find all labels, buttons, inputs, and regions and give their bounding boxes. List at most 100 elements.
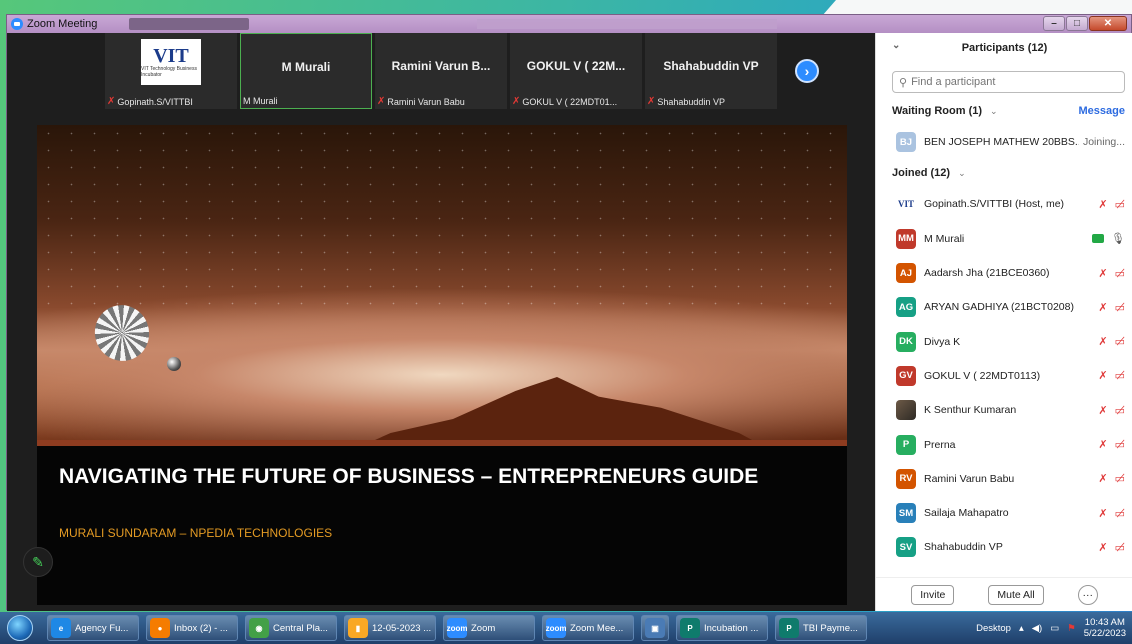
- starfield: [37, 125, 847, 317]
- start-button[interactable]: [0, 612, 40, 644]
- participant-row[interactable]: AJ Aadarsh Jha (21BCE0360) ✗ ▭̸: [876, 256, 1132, 290]
- volume-icon[interactable]: ◀): [1032, 623, 1042, 634]
- firefox-icon: ●: [150, 618, 170, 638]
- video-off-icon[interactable]: ▭̸: [1115, 541, 1125, 554]
- minimize-button[interactable]: –: [1043, 16, 1065, 31]
- participants-panel: ⌄ Participants (12) ⚲ Waiting Room (1) ⌄…: [875, 33, 1132, 611]
- waiting-room-section[interactable]: Waiting Room (1) ⌄ Message: [876, 97, 1132, 125]
- network-tray-icon[interactable]: ▭: [1050, 623, 1059, 634]
- avatar: SV: [896, 537, 916, 558]
- taskbar-item[interactable]: zoom Zoom Mee...: [542, 615, 634, 641]
- participant-name: BEN JOSEPH MATHEW 20BBS...: [924, 136, 1079, 149]
- participant-row[interactable]: MM M Murali 🎙︎: [876, 222, 1132, 256]
- video-tile[interactable]: GOKUL V ( 22M... ✗ GOKUL V ( 22MDT01...: [510, 33, 642, 109]
- taskbar-item[interactable]: P TBI Payme...: [775, 615, 867, 641]
- mic-muted-icon[interactable]: ✗: [1098, 507, 1107, 520]
- video-tile[interactable]: Ramini Varun B... ✗ Ramini Varun Babu: [375, 33, 507, 109]
- mic-muted-icon[interactable]: ✗: [1098, 404, 1107, 417]
- joined-section[interactable]: Joined (12) ⌄: [876, 159, 1132, 187]
- mic-muted-icon[interactable]: ✗: [1098, 472, 1107, 485]
- mic-muted-icon[interactable]: ✗: [1098, 438, 1107, 451]
- taskbar-item-label: TBI Payme...: [803, 622, 858, 634]
- tray-arrow-icon[interactable]: ▴: [1019, 623, 1024, 634]
- taskbar-item[interactable]: P Incubation ...: [676, 615, 768, 641]
- video-tile[interactable]: M Murali M Murali: [240, 33, 372, 109]
- folder-icon: ▮: [348, 618, 368, 638]
- show-desktop-button[interactable]: Desktop: [976, 623, 1011, 634]
- mic-icon[interactable]: 🎙︎: [1111, 232, 1125, 245]
- tile-name-label: Shahabuddin VP: [657, 96, 725, 107]
- annotate-pencil-icon[interactable]: ✎: [23, 547, 53, 577]
- taskbar-item[interactable]: zoom Zoom: [443, 615, 535, 641]
- participant-row[interactable]: SM Sailaja Mahapatro ✗ ▭̸: [876, 496, 1132, 530]
- participant-row[interactable]: DK Divya K ✗ ▭̸: [876, 324, 1132, 358]
- mic-muted-icon[interactable]: ✗: [1098, 301, 1107, 314]
- flag-icon[interactable]: ⚑: [1067, 623, 1076, 634]
- participant-row[interactable]: AG ARYAN GADHIYA (21BCT0208) ✗ ▭̸: [876, 290, 1132, 324]
- video-off-icon[interactable]: ▭̸: [1115, 198, 1125, 211]
- avatar: DK: [896, 331, 916, 352]
- video-on-icon[interactable]: [1092, 234, 1105, 244]
- video-off-icon[interactable]: ▭̸: [1115, 404, 1125, 417]
- participant-row[interactable]: SV Shahabuddin VP ✗ ▭̸: [876, 530, 1132, 564]
- taskbar-item[interactable]: ▣: [641, 615, 669, 641]
- video-off-icon[interactable]: ▭̸: [1115, 369, 1125, 382]
- participant-row[interactable]: VIT Gopinath.S/VITTBI (Host, me) ✗ ▭̸: [876, 187, 1132, 221]
- clock-time: 10:43 AM: [1084, 617, 1125, 628]
- chevron-down-icon: ⌄: [990, 105, 998, 116]
- video-tile[interactable]: Shahabuddin VP ✗ Shahabuddin VP: [645, 33, 777, 109]
- video-off-icon[interactable]: ▭̸: [1115, 438, 1125, 451]
- participant-name: GOKUL V ( 22MDT0113): [924, 369, 1041, 382]
- mic-muted-icon[interactable]: ✗: [1098, 267, 1107, 280]
- publisher-icon: P: [680, 618, 700, 638]
- taskbar-item[interactable]: e Agency Fu...: [47, 615, 139, 641]
- video-off-icon[interactable]: ▭̸: [1115, 507, 1125, 520]
- slide-title: NAVIGATING THE FUTURE OF BUSINESS – ENTR…: [59, 465, 759, 488]
- mic-muted-icon: ✗: [647, 96, 656, 107]
- tile-display-name: GOKUL V ( 22M...: [526, 59, 626, 73]
- ie-icon: e: [51, 618, 71, 638]
- next-page-arrow-icon[interactable]: ›: [795, 59, 819, 83]
- video-off-icon[interactable]: ▭̸: [1115, 301, 1125, 314]
- mic-muted-icon[interactable]: ✗: [1098, 369, 1107, 382]
- waiting-participant-row[interactable]: BJ BEN JOSEPH MATHEW 20BBS... Joining...: [876, 125, 1132, 159]
- mute-all-button[interactable]: Mute All: [988, 584, 1044, 605]
- mic-muted-icon[interactable]: ✗: [1098, 335, 1107, 348]
- participant-row[interactable]: P Prerna ✗ ▭̸: [876, 427, 1132, 461]
- zoom-icon: zoom: [546, 618, 566, 638]
- video-strip: VIT VIT Technology Business Incubator ✗ G…: [105, 33, 829, 111]
- mic-muted-icon: ✗: [377, 96, 386, 107]
- participant-row[interactable]: K Senthur Kumaran ✗ ▭̸: [876, 393, 1132, 427]
- windows-orb-icon: [7, 615, 33, 641]
- clock[interactable]: 10:43 AM 5/22/2023: [1084, 617, 1126, 639]
- video-off-icon[interactable]: ▭̸: [1115, 335, 1125, 348]
- vit-logo-subtext: VIT Technology Business Incubator: [141, 66, 197, 78]
- avatar: BJ: [896, 132, 916, 153]
- taskbar-item[interactable]: ● Inbox (2) - ...: [146, 615, 238, 641]
- message-button[interactable]: Message: [1079, 105, 1125, 117]
- more-options-button[interactable]: ···: [1077, 584, 1098, 605]
- title-bar[interactable]: Zoom Meeting – □ ✕: [7, 15, 1131, 33]
- invite-button[interactable]: Invite: [911, 584, 955, 605]
- search-icon: ⚲: [899, 76, 908, 89]
- participant-name: Gopinath.S/VITTBI (Host, me): [924, 198, 1065, 211]
- video-off-icon[interactable]: ▭̸: [1115, 472, 1125, 485]
- participant-row[interactable]: RV Ramini Varun Babu ✗ ▭̸: [876, 462, 1132, 496]
- video-off-icon[interactable]: ▭̸: [1115, 267, 1125, 280]
- participant-name: Shahabuddin VP: [924, 541, 1003, 554]
- close-button[interactable]: ✕: [1089, 16, 1127, 31]
- mic-muted-icon[interactable]: ✗: [1098, 198, 1107, 211]
- tile-display-name: Ramini Varun B...: [391, 59, 491, 73]
- taskbar-item[interactable]: ◉ Central Pla...: [245, 615, 337, 641]
- vit-logo: VIT VIT Technology Business Incubator: [141, 39, 201, 85]
- taskbar-item[interactable]: ▮ 12-05-2023 ...: [344, 615, 436, 641]
- participant-search[interactable]: ⚲: [892, 71, 1125, 93]
- mic-muted-icon[interactable]: ✗: [1098, 541, 1107, 554]
- search-input[interactable]: [911, 76, 1112, 88]
- taskbar-item-label: Central Pla...: [273, 622, 328, 634]
- maximize-button[interactable]: □: [1066, 16, 1088, 31]
- participant-row[interactable]: GV GOKUL V ( 22MDT0113) ✗ ▭̸: [876, 359, 1132, 393]
- chevron-down-icon[interactable]: ⌄: [892, 40, 900, 51]
- participant-list: VIT Gopinath.S/VITTBI (Host, me) ✗ ▭̸ MM M Mu…: [876, 187, 1132, 564]
- video-tile[interactable]: VIT VIT Technology Business Incubator ✗ G…: [105, 33, 237, 109]
